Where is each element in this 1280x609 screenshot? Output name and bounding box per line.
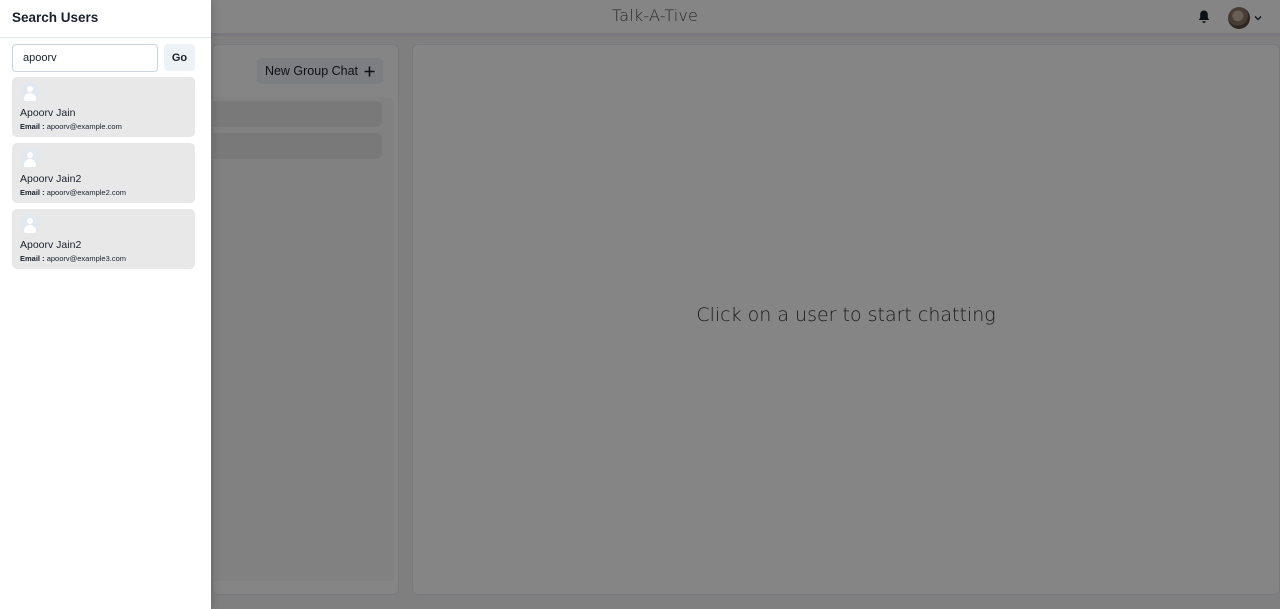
- search-input[interactable]: [12, 44, 158, 72]
- email-label: Email :: [20, 254, 45, 263]
- user-email-value: apoorv@example.com: [46, 122, 122, 131]
- drawer-title: Search Users: [0, 0, 211, 38]
- user-result-item[interactable]: Apoorv Jain Email : apoorv@example.com: [12, 77, 195, 137]
- email-label: Email :: [20, 122, 45, 131]
- user-email: Email : apoorv@example3.com: [20, 254, 187, 263]
- user-name: Apoorv Jain2: [20, 239, 82, 251]
- user-email-value: apoorv@example3.com: [46, 254, 127, 263]
- user-email: Email : apoorv@example.com: [20, 122, 187, 131]
- user-name: Apoorv Jain2: [20, 173, 82, 185]
- user-avatar-icon: [20, 148, 40, 168]
- search-results: Apoorv Jain Email : apoorv@example.com A…: [12, 77, 195, 275]
- user-result-item[interactable]: Apoorv Jain2 Email : apoorv@example3.com: [12, 209, 195, 269]
- email-label: Email :: [20, 188, 45, 197]
- user-email: Email : apoorv@example2.com: [20, 188, 187, 197]
- user-result-item[interactable]: Apoorv Jain2 Email : apoorv@example2.com: [12, 143, 195, 203]
- user-avatar-icon: [20, 214, 40, 234]
- user-avatar-icon: [20, 82, 40, 102]
- search-row: Go: [12, 44, 195, 72]
- go-button[interactable]: Go: [164, 44, 195, 71]
- user-email-value: apoorv@example2.com: [46, 188, 127, 197]
- search-users-drawer: Search Users Go Apoorv Jain Email : apoo…: [0, 0, 211, 609]
- user-name: Apoorv Jain: [20, 107, 76, 119]
